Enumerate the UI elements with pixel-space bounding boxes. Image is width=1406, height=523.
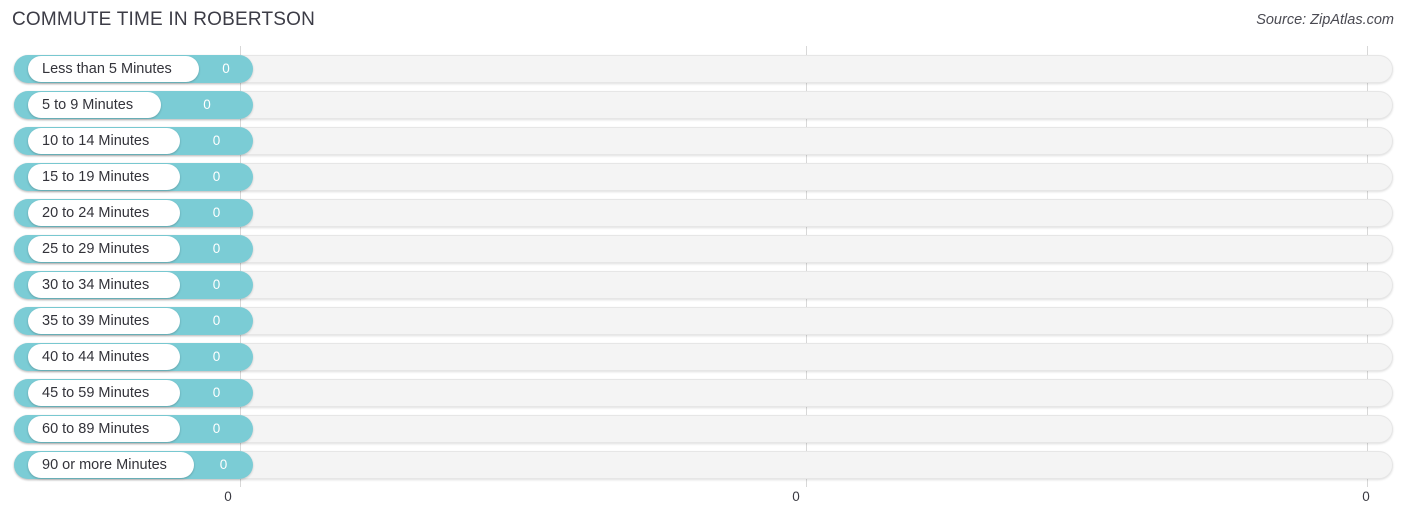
bar-row[interactable]: Less than 5 Minutes 0	[14, 55, 1393, 83]
bar-row[interactable]: 20 to 24 Minutes 0	[14, 199, 1393, 227]
axis-tick-label: 0	[1362, 489, 1370, 504]
bar-label: 90 or more Minutes	[42, 456, 167, 473]
bar-label: 15 to 19 Minutes	[42, 168, 150, 185]
axis-tick-label: 0	[224, 489, 232, 504]
bar-row[interactable]: 15 to 19 Minutes 0	[14, 163, 1393, 191]
bar-row[interactable]: 40 to 44 Minutes 0	[14, 343, 1393, 371]
bar-value: 0	[212, 205, 221, 221]
bar-value: 0	[212, 313, 221, 329]
bar-label-pill: 45 to 59 Minutes	[28, 380, 180, 406]
bar-label-pill: 90 or more Minutes	[28, 452, 194, 478]
bar-value: 0	[212, 421, 221, 437]
bar-label: 45 to 59 Minutes	[42, 384, 150, 401]
bar-row[interactable]: 35 to 39 Minutes 0	[14, 307, 1393, 335]
bar-label: 25 to 29 Minutes	[42, 240, 150, 257]
bar-label-pill: 30 to 34 Minutes	[28, 272, 180, 298]
bar-value: 0	[212, 385, 221, 401]
bar-row[interactable]: 45 to 59 Minutes 0	[14, 379, 1393, 407]
source-attribution: Source: ZipAtlas.com	[1256, 12, 1394, 28]
bar-label-pill: Less than 5 Minutes	[28, 56, 199, 82]
bar-value: 0	[212, 277, 221, 293]
bar-label-pill: 10 to 14 Minutes	[28, 128, 180, 154]
bar-row[interactable]: 60 to 89 Minutes 0	[14, 415, 1393, 443]
chart-bar-rows: Less than 5 Minutes 0 5 to 9 Minutes 0 10 to…	[0, 46, 1406, 487]
chart-plot-area: Less than 5 Minutes 0 5 to 9 Minutes 0 10 to…	[0, 46, 1406, 487]
bar-value: 0	[222, 61, 230, 77]
bar-value: 0	[212, 133, 221, 149]
bar-label-pill: 35 to 39 Minutes	[28, 308, 180, 334]
x-axis: 0 0 0	[0, 487, 1406, 523]
bar-label-pill: 60 to 89 Minutes	[28, 416, 180, 442]
bar-label: 20 to 24 Minutes	[42, 204, 150, 221]
axis-tick-label: 0	[792, 489, 800, 504]
bar-label: 40 to 44 Minutes	[42, 348, 150, 365]
bar-row[interactable]: 5 to 9 Minutes 0	[14, 91, 1393, 119]
bar-row[interactable]: 30 to 34 Minutes 0	[14, 271, 1393, 299]
chart-header: COMMUTE TIME IN ROBERTSON Source: ZipAtl…	[0, 0, 1406, 46]
bar-label: Less than 5 Minutes	[42, 60, 172, 77]
bar-label-pill: 5 to 9 Minutes	[28, 92, 161, 118]
bar-value: 0	[212, 349, 221, 365]
bar-label-pill: 40 to 44 Minutes	[28, 344, 180, 370]
bar-label: 5 to 9 Minutes	[42, 96, 134, 113]
bar-value: 0	[212, 241, 221, 257]
bar-label-pill: 25 to 29 Minutes	[28, 236, 180, 262]
bar-label: 60 to 89 Minutes	[42, 420, 150, 437]
bar-value: 0	[219, 457, 228, 473]
bar-label: 10 to 14 Minutes	[42, 132, 150, 149]
bar-value: 0	[203, 97, 211, 113]
bar-label-pill: 15 to 19 Minutes	[28, 164, 180, 190]
bar-row[interactable]: 10 to 14 Minutes 0	[14, 127, 1393, 155]
page-title: COMMUTE TIME IN ROBERTSON	[12, 9, 316, 30]
bar-label: 30 to 34 Minutes	[42, 276, 150, 293]
bar-row[interactable]: 25 to 29 Minutes 0	[14, 235, 1393, 263]
bar-label-pill: 20 to 24 Minutes	[28, 200, 180, 226]
bar-row[interactable]: 90 or more Minutes 0	[14, 451, 1393, 479]
bar-value: 0	[212, 169, 221, 185]
bar-label: 35 to 39 Minutes	[42, 312, 150, 329]
